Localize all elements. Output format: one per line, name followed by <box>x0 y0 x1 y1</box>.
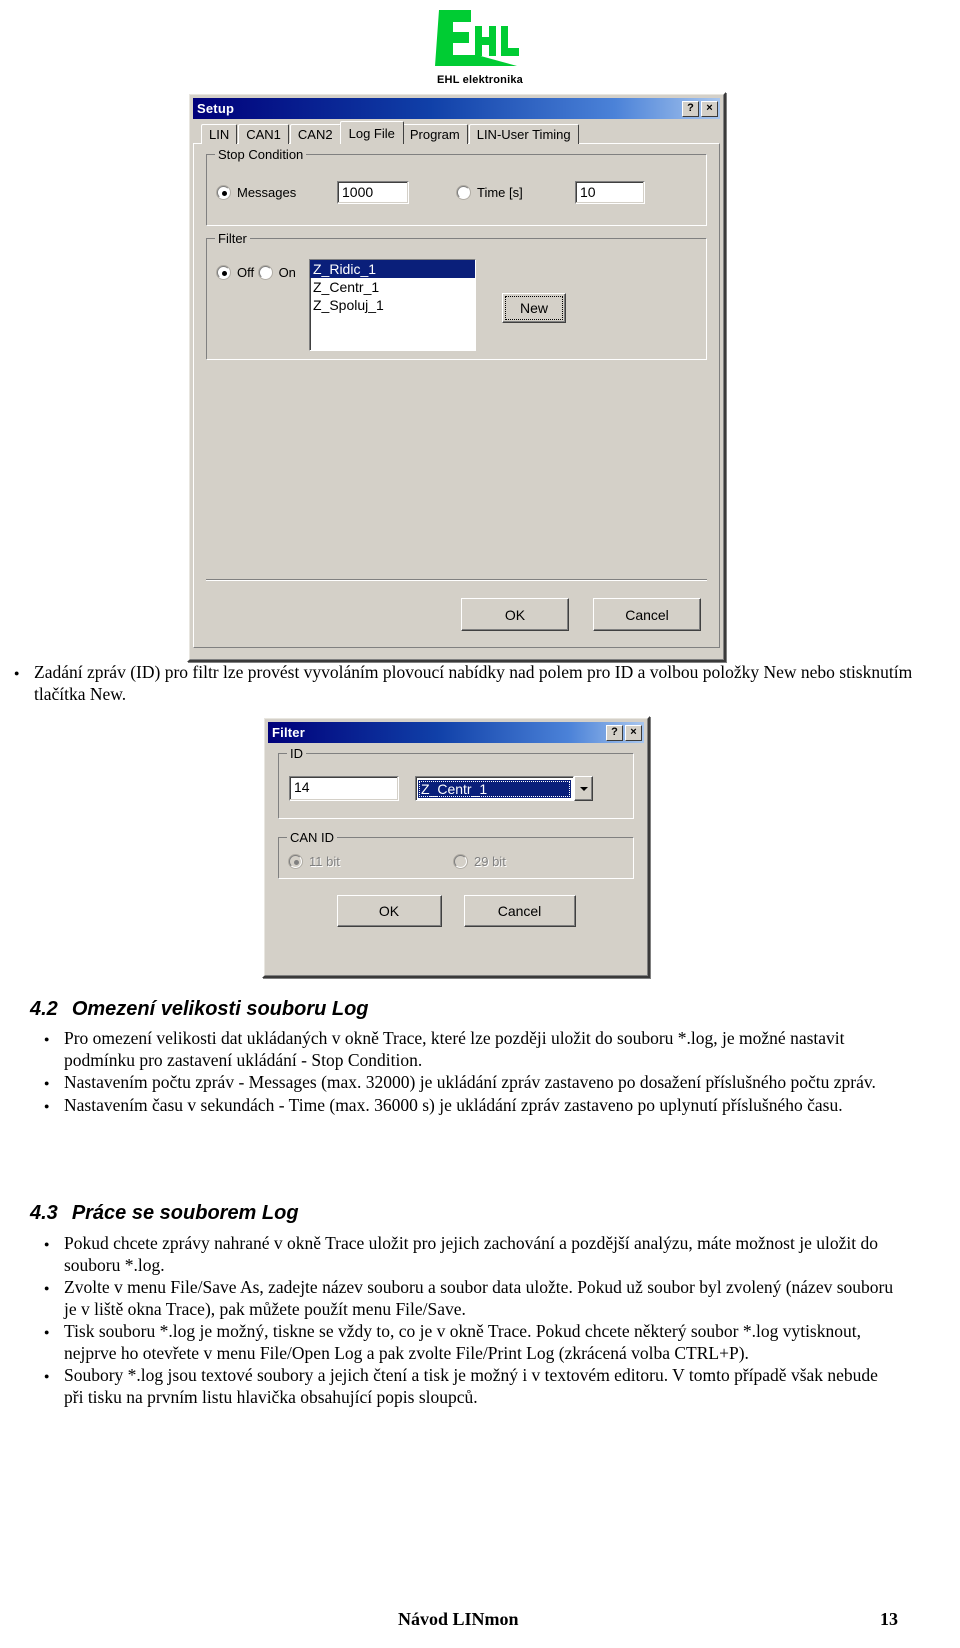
can-id-group: CAN ID 11 bit 29 bit <box>278 830 634 879</box>
filter-name-combo[interactable]: Z_Centr_1 <box>415 776 593 801</box>
setup-dialog-window: Setup ? × LIN CAN1 CAN2 Log File Program… <box>187 92 726 662</box>
radio-11-bit[interactable]: 11 bit <box>289 854 454 869</box>
filter-ok-button[interactable]: OK <box>336 895 442 927</box>
page-logo: EHL elektronika <box>0 0 960 86</box>
filter-id-input[interactable]: 14 <box>289 776 399 801</box>
can-id-group-title: CAN ID <box>287 830 338 845</box>
radio-dot-icon <box>217 186 230 199</box>
filter-name-selected: Z_Centr_1 <box>418 779 571 798</box>
tab-lin-user-timing[interactable]: LIN-User Timing <box>468 124 579 144</box>
section-43-number: 4.3 <box>30 1202 58 1224</box>
filter-titlebar: Filter ? × <box>268 722 644 743</box>
section-42-heading: 4.2 Omezení velikosti souboru Log <box>30 996 898 1022</box>
radio-dot-icon <box>454 855 467 868</box>
section-43-title: Práce se souborem Log <box>71 1202 299 1224</box>
filter-group-title: Filter <box>215 231 250 246</box>
footer-page-number: 13 <box>880 1609 898 1629</box>
radio-29-bit-label: 29 bit <box>474 854 506 869</box>
radio-filter-on-label: On <box>278 265 296 280</box>
tab-log-file[interactable]: Log File <box>339 121 404 144</box>
tab-can2[interactable]: CAN2 <box>289 124 341 144</box>
list-item[interactable]: Z_Spoluj_1 <box>310 296 475 314</box>
filter-cancel-button[interactable]: Cancel <box>463 895 576 927</box>
tab-program[interactable]: Program <box>401 124 468 144</box>
radio-filter-off-label: Off <box>237 265 255 280</box>
filter-list[interactable]: Z_Ridic_1 Z_Centr_1 Z_Spoluj_1 <box>309 259 476 351</box>
section-42-block: 4.2 Omezení velikosti souboru Log Pro om… <box>0 996 960 1117</box>
section-43-bullets: Pokud chcete zprávy nahrané v okně Trace… <box>30 1233 898 1408</box>
filter-dialog-window: Filter ? × ID 14 Z_Centr_1 CAN ID 11 bit… <box>262 716 650 978</box>
section-43-block: 4.3 Práce se souborem Log Pokud chcete z… <box>0 1200 960 1409</box>
setup-tabstrip: LIN CAN1 CAN2 Log File Program LIN-User … <box>193 121 720 144</box>
list-item: Pro omezení velikosti dat ukládaných v o… <box>30 1028 898 1071</box>
log-file-tab-page: Stop Condition Messages 1000 Time [s] 10 <box>193 143 720 648</box>
section-42-bullets: Pro omezení velikosti dat ukládaných v o… <box>30 1028 898 1117</box>
section-42-number: 4.2 <box>30 998 58 1020</box>
bullet-after-setup-block: Zadání zpráv (ID) pro filtr lze provést … <box>0 662 960 706</box>
list-item: Tisk souboru *.log je možný, tiskne se v… <box>30 1321 898 1364</box>
ehl-logo-icon <box>425 8 535 68</box>
list-item: Nastavením času v sekundách - Time (max.… <box>30 1095 898 1117</box>
close-icon[interactable]: × <box>701 100 718 117</box>
id-group-title: ID <box>287 746 306 761</box>
radio-dot-icon <box>457 186 470 199</box>
radio-filter-on[interactable]: On <box>258 265 296 280</box>
setup-ok-button[interactable]: OK <box>461 598 569 631</box>
id-group: ID 14 Z_Centr_1 <box>278 746 634 819</box>
tab-can1[interactable]: CAN1 <box>238 124 289 144</box>
help-icon[interactable]: ? <box>682 100 699 117</box>
stop-condition-group: Stop Condition Messages 1000 Time [s] 10 <box>206 147 707 226</box>
messages-value-input[interactable]: 1000 <box>337 181 409 204</box>
section-43-heading: 4.3 Práce se souborem Log <box>30 1200 898 1226</box>
logo-caption: EHL elektronika <box>437 74 523 86</box>
filter-group: Filter Off On Z_Ridic_1 Z_Centr_1 Z_Spol… <box>206 231 707 360</box>
filter-title: Filter <box>272 725 305 740</box>
help-icon[interactable]: ? <box>606 724 623 741</box>
setup-cancel-button[interactable]: Cancel <box>593 598 701 631</box>
list-item: Soubory *.log jsou textové soubory a jej… <box>30 1365 898 1408</box>
radio-11-bit-label: 11 bit <box>309 854 340 869</box>
stop-condition-title: Stop Condition <box>215 147 307 162</box>
section-42-title: Omezení velikosti souboru Log <box>71 998 369 1020</box>
radio-filter-off[interactable]: Off <box>217 265 254 280</box>
list-item: Pokud chcete zprávy nahrané v okně Trace… <box>30 1233 898 1276</box>
list-item[interactable]: Z_Ridic_1 <box>310 260 475 278</box>
close-icon[interactable]: × <box>625 724 642 741</box>
list-item: Nastavením počtu zpráv - Messages (max. … <box>30 1072 898 1094</box>
list-item[interactable]: Z_Centr_1 <box>310 278 475 296</box>
setup-title: Setup <box>197 101 235 116</box>
page-footer: Návod LINmon 13 <box>0 1609 960 1630</box>
time-value-input[interactable]: 10 <box>575 181 645 204</box>
list-item: Zvolte v menu File/Save As, zadejte náze… <box>30 1277 898 1320</box>
new-filter-button[interactable]: New <box>502 293 566 323</box>
setup-titlebar: Setup ? × <box>193 98 720 119</box>
chevron-down-icon[interactable] <box>574 776 593 801</box>
radio-messages-label: Messages <box>237 185 297 200</box>
radio-dot-icon <box>258 266 272 279</box>
radio-messages[interactable]: Messages <box>217 185 337 200</box>
tab-lin[interactable]: LIN <box>201 124 238 144</box>
radio-29-bit[interactable]: 29 bit <box>454 854 506 869</box>
list-item: Zadání zpráv (ID) pro filtr lze provést … <box>0 662 960 705</box>
footer-doc-title: Návod LINmon <box>398 1609 519 1629</box>
radio-dot-icon <box>217 266 230 279</box>
radio-time[interactable]: Time [s] <box>457 185 575 200</box>
radio-dot-icon <box>289 855 302 868</box>
radio-time-label: Time [s] <box>477 185 523 200</box>
